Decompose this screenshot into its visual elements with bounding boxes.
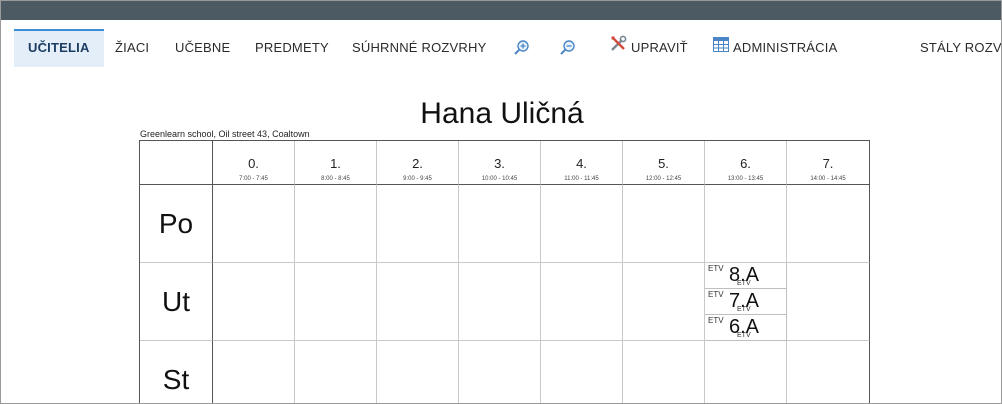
- timetable-cell[interactable]: [213, 185, 295, 263]
- timetable-cell[interactable]: [787, 263, 870, 341]
- tools-icon: [610, 29, 627, 67]
- timetable-cell[interactable]: [213, 341, 295, 403]
- lesson-subject-small: ETV: [737, 306, 751, 313]
- timetable-cell[interactable]: [705, 341, 787, 403]
- timetable-cell[interactable]: [787, 341, 870, 403]
- timetable-cell[interactable]: [541, 185, 623, 263]
- timetable-cell[interactable]: [377, 341, 459, 403]
- tab-students[interactable]: ŽIACI: [115, 29, 149, 67]
- page-title: Hana Uličná: [420, 97, 584, 130]
- timetable-cell[interactable]: [295, 341, 377, 403]
- period-number: 7.: [822, 156, 834, 171]
- tab-classrooms[interactable]: UČEBNE: [175, 29, 230, 67]
- timetable-cell[interactable]: [541, 263, 623, 341]
- school-info: Greenlearn school, Oil street 43, Coalto…: [140, 129, 310, 139]
- period-time: 7:00 - 7:45: [239, 176, 268, 182]
- timetable-cell[interactable]: [787, 185, 870, 263]
- period-header: 1. 8:00 - 8:45: [295, 141, 377, 185]
- tab-summary-timetables[interactable]: SÚHRNNÉ ROZVRHY: [352, 29, 486, 67]
- header-corner: [140, 141, 213, 185]
- lesson-card[interactable]: ETV 6.A ETV: [705, 315, 787, 341]
- lesson-subject-small: ETV: [737, 280, 751, 287]
- edit-label: UPRAVIŤ: [631, 40, 688, 55]
- period-header: 3. 10:00 - 10:45: [459, 141, 541, 185]
- table-icon: [713, 29, 729, 67]
- zoom-out-icon[interactable]: [559, 39, 577, 57]
- lesson-subject-small: ETV: [737, 332, 751, 339]
- timetable-cell[interactable]: [295, 263, 377, 341]
- timetable-cell[interactable]: [459, 185, 541, 263]
- period-time: 13:00 - 13:45: [727, 176, 764, 182]
- timetable-cell[interactable]: [705, 185, 787, 263]
- period-header: 4. 11:00 - 11:45: [541, 141, 623, 185]
- period-header: 6. 13:00 - 13:45: [705, 141, 787, 185]
- timetable-cell[interactable]: [623, 185, 705, 263]
- app-window: UČITELIA ŽIACI UČEBNE PREDMETY SÚHRNNÉ R…: [0, 0, 1002, 404]
- period-time: 11:00 - 11:45: [564, 176, 599, 182]
- period-header: 5. 12:00 - 12:45: [623, 141, 705, 185]
- timetable-cell[interactable]: [623, 341, 705, 403]
- timetable-cell[interactable]: [541, 341, 623, 403]
- period-number: 3.: [494, 156, 505, 171]
- administration-button[interactable]: ADMINISTRÁCIA: [713, 29, 837, 67]
- tab-permanent-timetable[interactable]: STÁLY ROZVRH: [920, 29, 1001, 67]
- period-number: 6.: [740, 156, 751, 171]
- administration-label: ADMINISTRÁCIA: [733, 40, 838, 55]
- timetable-cell[interactable]: [295, 185, 377, 263]
- timetable-grid: 0. 7:00 - 7:45 1. 8:00 - 8:45 2. 9:00 - …: [139, 140, 870, 403]
- period-time: 9:00 - 9:45: [403, 176, 432, 182]
- tab-teachers[interactable]: UČITELIA: [14, 29, 104, 67]
- lesson-subject: ETV: [708, 316, 724, 325]
- period-header: 0. 7:00 - 7:45: [213, 141, 295, 185]
- day-label: Ut: [140, 263, 213, 341]
- day-label: Po: [140, 185, 213, 263]
- day-label: St: [140, 341, 213, 403]
- period-number: 4.: [576, 156, 587, 171]
- period-number: 2.: [412, 156, 423, 171]
- timetable-cell[interactable]: [377, 263, 459, 341]
- period-number: 0.: [248, 156, 259, 171]
- lesson-card[interactable]: ETV 8.A ETV: [705, 263, 787, 289]
- period-time: 14:00 - 14:45: [810, 176, 846, 182]
- timetable-cell[interactable]: [459, 263, 541, 341]
- lesson-card[interactable]: ETV 7.A ETV: [705, 289, 787, 315]
- period-time: 10:00 - 10:45: [481, 176, 518, 182]
- timetable-cell[interactable]: [213, 263, 295, 341]
- lesson-subject: ETV: [708, 264, 724, 273]
- period-time: 12:00 - 12:45: [645, 176, 682, 182]
- top-bar: [1, 1, 1001, 20]
- timetable-cell[interactable]: [377, 185, 459, 263]
- timetable-cell[interactable]: [623, 263, 705, 341]
- period-header: 7. 14:00 - 14:45: [787, 141, 870, 185]
- edit-button[interactable]: UPRAVIŤ: [610, 29, 688, 67]
- main-nav: UČITELIA ŽIACI UČEBNE PREDMETY SÚHRNNÉ R…: [1, 29, 1001, 67]
- period-header: 2. 9:00 - 9:45: [377, 141, 459, 185]
- lesson-subject: ETV: [708, 290, 724, 299]
- zoom-in-icon[interactable]: [513, 39, 531, 57]
- tab-subjects[interactable]: PREDMETY: [255, 29, 329, 67]
- period-number: 5.: [658, 156, 669, 171]
- timetable-cell[interactable]: [459, 341, 541, 403]
- period-number: 1.: [330, 156, 341, 171]
- period-time: 8:00 - 8:45: [321, 176, 350, 182]
